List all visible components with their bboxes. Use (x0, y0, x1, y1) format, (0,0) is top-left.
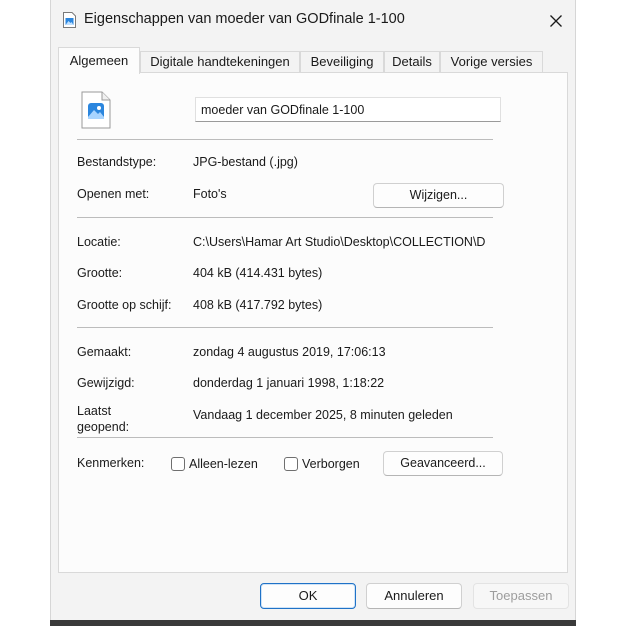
separator (77, 437, 493, 438)
tab-beveiliging[interactable]: Beveiliging (300, 51, 384, 73)
accessed-value: Vandaag 1 december 2025, 8 minuten geled… (193, 408, 453, 422)
attributes-label: Kenmerken: (77, 456, 145, 470)
title-bar[interactable]: Eigenschappen van moeder van GODfinale 1… (51, 0, 575, 42)
location-label: Locatie: (77, 235, 121, 249)
tab-vorige-versies[interactable]: Vorige versies (440, 51, 543, 73)
cancel-button[interactable]: Annuleren (366, 583, 462, 609)
change-button[interactable]: Wijzigen... (373, 183, 504, 208)
advanced-button[interactable]: Geavanceerd... (383, 451, 503, 476)
size-value: 404 kB (414.431 bytes) (193, 266, 323, 280)
created-value: zondag 4 augustus 2019, 17:06:13 (193, 345, 386, 359)
separator (77, 217, 493, 218)
apply-button[interactable]: Toepassen (473, 583, 569, 609)
separator (77, 139, 493, 140)
modified-label: Gewijzigd: (77, 376, 135, 390)
size-on-disk-label: Grootte op schijf: (77, 298, 172, 312)
hidden-label[interactable]: Verborgen (302, 457, 360, 471)
file-type-label: Bestandstype: (77, 155, 157, 169)
location-value: C:\Users\Hamar Art Studio\Desktop\COLLEC… (193, 235, 486, 249)
ok-button[interactable]: OK (260, 583, 356, 609)
accessed-label-line1: Laatst (77, 404, 112, 418)
modified-value: donderdag 1 januari 1998, 1:18:22 (193, 376, 385, 390)
tab-digitale-handtekeningen[interactable]: Digitale handtekeningen (140, 51, 300, 73)
separator (77, 327, 493, 328)
file-type-value: JPG-bestand (.jpg) (193, 155, 298, 169)
readonly-checkbox[interactable] (171, 457, 185, 471)
size-on-disk-value: 408 kB (417.792 bytes) (193, 298, 323, 312)
created-label: Gemaakt: (77, 345, 132, 359)
size-label: Grootte: (77, 266, 123, 280)
window-title: Eigenschappen van moeder van GODfinale 1… (84, 11, 405, 27)
tab-details[interactable]: Details (384, 51, 440, 73)
filename-input[interactable] (195, 97, 501, 122)
general-panel: Bestandstype: JPG-bestand (.jpg) Openen … (58, 72, 568, 573)
tab-algemeen[interactable]: Algemeen (58, 47, 140, 74)
image-file-icon (81, 91, 111, 129)
accessed-label-line2: geopend: (77, 420, 130, 434)
close-icon[interactable] (543, 9, 569, 33)
button-bar: OK Annuleren Toepassen (51, 573, 575, 626)
image-file-icon (63, 12, 76, 28)
hidden-checkbox[interactable] (284, 457, 298, 471)
opens-with-value: Foto's (193, 187, 227, 201)
readonly-label[interactable]: Alleen-lezen (189, 457, 258, 471)
opens-with-label: Openen met: (77, 187, 150, 201)
properties-dialog: Eigenschappen van moeder van GODfinale 1… (50, 0, 576, 626)
window-bottom-edge (50, 620, 576, 626)
